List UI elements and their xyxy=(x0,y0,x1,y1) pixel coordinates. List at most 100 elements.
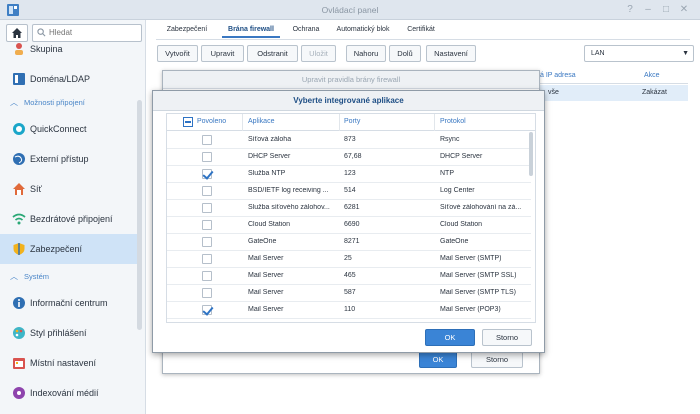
dialog-title: Upravit pravidla brány firewall xyxy=(163,71,539,89)
column-divider[interactable] xyxy=(242,114,243,131)
move-up-button[interactable]: Nahoru xyxy=(346,45,386,62)
enabled-checkbox[interactable] xyxy=(202,203,212,213)
interface-select[interactable]: LAN ▼ xyxy=(584,45,694,62)
interface-select-value: LAN xyxy=(591,50,605,57)
select-all-checkbox[interactable] xyxy=(183,117,193,127)
table-row[interactable]: Mail Server 587 Mail Server (SMTP TLS) xyxy=(167,285,531,302)
move-down-button[interactable]: Dolů xyxy=(389,45,421,62)
ports-cell: 587 xyxy=(344,289,356,296)
column-divider[interactable] xyxy=(339,114,340,131)
sidebar-item-label: Informační centrum xyxy=(30,298,108,308)
column-header-enabled[interactable]: Povoleno xyxy=(197,118,226,125)
sidebar-item-domain-ldap[interactable]: Doména/LDAP xyxy=(0,64,138,94)
window-title: Ovládací panel xyxy=(321,5,379,15)
column-header-ports[interactable]: Porty xyxy=(344,118,360,125)
enabled-checkbox[interactable] xyxy=(202,186,212,196)
minimize-icon[interactable]: – xyxy=(642,4,654,16)
table-row[interactable]: Mail Server 110 Mail Server (POP3) xyxy=(167,302,531,319)
table-row[interactable]: Cloud Station 6690 Cloud Station xyxy=(167,217,531,234)
protocol-cell: Log Center xyxy=(440,187,475,194)
sidebar-section-label: Možnosti připojení xyxy=(24,98,85,107)
column-header-application[interactable]: Aplikace xyxy=(248,118,274,125)
sidebar-item-label: Bezdrátové připojení xyxy=(30,214,113,224)
chevron-up-icon: ︿ xyxy=(10,272,18,281)
tab-certificate[interactable]: Certifikát xyxy=(402,22,440,38)
column-header-ip[interactable]: á IP adresa xyxy=(540,72,576,79)
sidebar-item-regional-options[interactable]: Místní nastavení xyxy=(0,348,138,378)
tab-auto-block[interactable]: Automatický blok xyxy=(332,22,394,38)
protocol-cell: Mail Server (SMTP SSL) xyxy=(440,272,517,279)
app-name-cell: Mail Server xyxy=(248,306,284,313)
sidebar-section-system[interactable]: ︿ Systém xyxy=(0,268,138,286)
sidebar-item-media-indexing[interactable]: Indexování médií xyxy=(0,378,138,408)
enabled-checkbox[interactable] xyxy=(202,220,212,230)
ports-cell: 465 xyxy=(344,272,356,279)
table-row[interactable]: Síťová záloha 873 Rsync xyxy=(167,132,531,149)
maximize-icon[interactable]: □ xyxy=(660,4,672,16)
app-name-cell: Síťová záloha xyxy=(248,136,292,143)
enabled-checkbox[interactable] xyxy=(202,254,212,264)
palette-icon xyxy=(13,327,25,339)
rule-action-cell: Zakázat xyxy=(642,89,667,96)
sidebar-item-security[interactable]: Zabezpečení xyxy=(0,234,138,264)
table-row[interactable]: BSD/IETF log receiving ... 514 Log Center xyxy=(167,183,531,200)
table-row[interactable]: Služba síťového zálohov... 6281 Síťové zál… xyxy=(167,200,531,217)
app-name-cell: Mail Server xyxy=(248,255,284,262)
select-builtin-apps-dialog: Vyberte integrované aplikace Povoleno Ap… xyxy=(152,90,545,353)
apps-table-scrollbar[interactable] xyxy=(529,132,533,176)
sidebar-item-group[interactable]: Skupina xyxy=(0,34,138,64)
table-row[interactable]: vše Zakázat xyxy=(538,85,688,101)
enabled-checkbox[interactable] xyxy=(202,135,212,145)
tab-firewall[interactable]: Brána firewall xyxy=(222,22,280,38)
ok-button[interactable]: OK xyxy=(425,329,475,346)
table-row[interactable]: Služba NTP 123 NTP xyxy=(167,166,531,183)
tab-security[interactable]: Zabezpečení xyxy=(162,22,212,38)
enabled-checkbox[interactable] xyxy=(202,271,212,281)
column-header-action[interactable]: Akce xyxy=(644,72,660,79)
table-row[interactable]: Mail Server 465 Mail Server (SMTP SSL) xyxy=(167,268,531,285)
sidebar-item-quickconnect[interactable]: QuickConnect xyxy=(0,114,138,144)
protocol-cell: Síťové zálohování na zá... xyxy=(440,204,522,211)
protocol-cell: Rsync xyxy=(440,136,460,143)
create-button[interactable]: Vytvořit xyxy=(157,45,198,62)
sidebar-item-label: Externí přístup xyxy=(30,154,89,164)
sidebar-item-wireless[interactable]: Bezdrátové připojení xyxy=(0,204,138,234)
settings-button[interactable]: Nastavení xyxy=(426,45,476,62)
sidebar-item-external-access[interactable]: Externí přístup xyxy=(0,144,138,174)
ok-button[interactable]: OK xyxy=(419,351,457,368)
sidebar-section-label: Systém xyxy=(24,272,50,281)
enabled-checkbox[interactable] xyxy=(202,237,212,247)
protocol-cell: Mail Server (SMTP TLS) xyxy=(440,289,516,296)
protocol-cell: Cloud Station xyxy=(440,221,483,228)
sidebar-section-connectivity[interactable]: ︿ Možnosti připojení xyxy=(0,94,138,112)
rules-table-header: á IP adresa Akce xyxy=(538,68,688,84)
close-icon[interactable]: ✕ xyxy=(678,4,690,16)
quickconnect-icon xyxy=(13,123,25,135)
column-header-protocol[interactable]: Protokol xyxy=(440,118,466,125)
table-row[interactable]: DHCP Server 67,68 DHCP Server xyxy=(167,149,531,166)
save-button[interactable]: Uložit xyxy=(301,45,336,62)
sidebar-item-label: Doména/LDAP xyxy=(30,74,91,84)
help-icon[interactable]: ? xyxy=(624,4,636,16)
enabled-checkbox[interactable] xyxy=(202,288,212,298)
delete-button[interactable]: Odstranit xyxy=(247,45,298,62)
cancel-button[interactable]: Storno xyxy=(471,351,523,368)
enabled-checkbox[interactable] xyxy=(202,169,212,179)
edit-button[interactable]: Upravit xyxy=(201,45,244,62)
table-row[interactable]: GateOne 8271 GateOne xyxy=(167,234,531,251)
sidebar-item-info-center[interactable]: Informační centrum xyxy=(0,288,138,318)
tab-protection[interactable]: Ochrana xyxy=(288,22,324,38)
wifi-icon xyxy=(12,213,26,225)
app-name-cell: Mail Server xyxy=(248,272,284,279)
table-row[interactable]: Mail Server 25 Mail Server (SMTP) xyxy=(167,251,531,268)
column-divider[interactable] xyxy=(434,114,435,131)
sidebar-scrollbar[interactable] xyxy=(137,100,142,330)
ports-cell: 110 xyxy=(344,306,356,313)
sidebar-item-login-style[interactable]: Styl přihlášení xyxy=(0,318,138,348)
sidebar-item-network[interactable]: Síť xyxy=(0,174,138,204)
protocol-cell: Mail Server (SMTP) xyxy=(440,255,502,262)
ports-cell: 514 xyxy=(344,187,356,194)
enabled-checkbox[interactable] xyxy=(202,305,212,315)
cancel-button[interactable]: Storno xyxy=(482,329,532,346)
enabled-checkbox[interactable] xyxy=(202,152,212,162)
